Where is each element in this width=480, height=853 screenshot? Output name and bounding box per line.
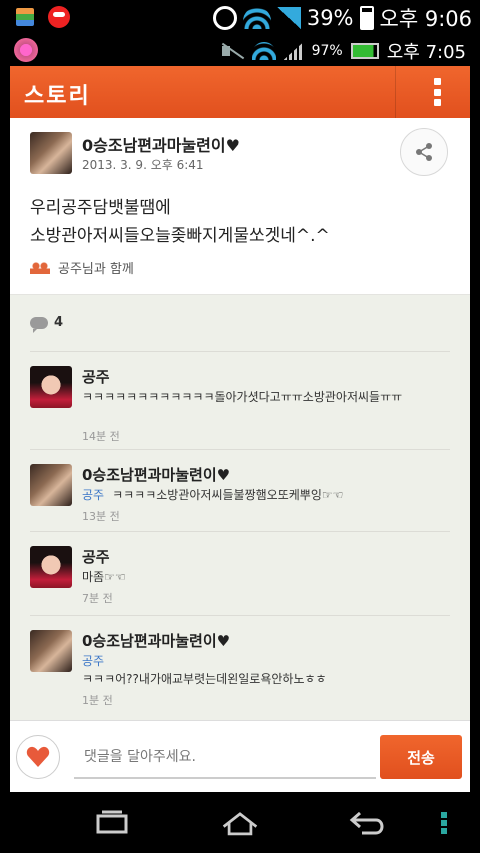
clock: 오후 9:06 bbox=[379, 7, 472, 31]
comment-author[interactable]: 공주 bbox=[82, 546, 110, 567]
wifi-icon bbox=[251, 42, 276, 60]
comment-text: 공주 ㅋㅋㅋ어??내가애교부렷는데왼일로욕안하노ㅎㅎ bbox=[82, 652, 442, 688]
back-icon bbox=[349, 811, 384, 835]
status-bar-inner: 97% 오후 7:05 bbox=[0, 34, 480, 66]
avatar[interactable] bbox=[30, 546, 72, 588]
avatar[interactable] bbox=[30, 464, 72, 506]
like-button[interactable] bbox=[16, 735, 60, 779]
signal-icon bbox=[283, 42, 304, 60]
post-date: 2013. 3. 9. 오후 6:41 bbox=[82, 158, 204, 172]
comment-author[interactable]: 0승조남편과마눌련이♥ bbox=[82, 630, 230, 651]
comment-body: ㅋㅋㅋ어??내가애교부렷는데왼일로욕안하노ㅎㅎ bbox=[82, 672, 327, 686]
comment-body: 마좀☞☜ bbox=[82, 570, 126, 584]
alarm-icon bbox=[212, 6, 237, 30]
comment-body: ㅋㅋㅋㅋㅋㅋㅋㅋㅋㅋㅋㅋ돌아가셧다고ㅠㅠ소방관아저씨들ㅠㅠ bbox=[82, 390, 403, 404]
recent-apps-icon bbox=[96, 810, 128, 834]
battery-icon bbox=[350, 43, 379, 59]
app-grid-icon bbox=[16, 8, 34, 26]
comment-author[interactable]: 공주 bbox=[82, 366, 110, 387]
home-icon bbox=[222, 812, 258, 836]
signal-icon bbox=[276, 7, 301, 29]
comment-text: ㅋㅋㅋㅋㅋㅋㅋㅋㅋㅋㅋㅋ돌아가셧다고ㅠㅠ소방관아저씨들ㅠㅠ bbox=[82, 388, 442, 406]
comment-item: 0승조남편과마눌련이♥ 공주 ㅋㅋㅋ어??내가애교부렷는데왼일로욕안하노ㅎㅎ 1… bbox=[30, 615, 450, 725]
back-button[interactable] bbox=[348, 808, 388, 838]
share-button[interactable] bbox=[400, 128, 448, 176]
comment-count: 4 bbox=[30, 315, 64, 333]
heart-icon bbox=[26, 746, 50, 767]
clock: 오후 7:05 bbox=[386, 42, 466, 63]
send-button[interactable]: 전송 bbox=[380, 735, 462, 779]
comment-item: 공주 ㅋㅋㅋㅋㅋㅋㅋㅋㅋㅋㅋㅋ돌아가셧다고ㅠㅠ소방관아저씨들ㅠㅠ 14분 전 bbox=[30, 351, 450, 449]
menu-button[interactable] bbox=[434, 808, 454, 838]
comment-time: 1분 전 bbox=[82, 694, 113, 707]
comment-count-value: 4 bbox=[54, 315, 64, 330]
post-author[interactable]: 0승조남편과마눌련이♥ bbox=[82, 132, 240, 156]
battery-percent: 39% bbox=[306, 6, 354, 30]
header-divider bbox=[395, 66, 396, 118]
tagged-with[interactable]: 공주님과 함께 bbox=[30, 258, 134, 277]
avatar[interactable] bbox=[30, 630, 72, 672]
avatar[interactable] bbox=[30, 366, 72, 408]
post-body: 우리공주담뱃불땜에 소방관아저씨들오늘좆빠지게물쏘겟네^.^ bbox=[30, 198, 330, 246]
battery-percent: 97% bbox=[311, 43, 343, 59]
battery-icon bbox=[359, 6, 374, 30]
comment-time: 14분 전 bbox=[82, 430, 120, 443]
mention-tag[interactable]: 공주 bbox=[82, 654, 104, 668]
menu-icon bbox=[441, 810, 447, 836]
avatar[interactable] bbox=[30, 132, 72, 174]
phone-screen: 39% 오후 9:06 97% 오후 7:05 스토리 0승조남편과마눌련이♥ … bbox=[0, 0, 480, 853]
comments-section: 4 공주 ㅋㅋㅋㅋㅋㅋㅋㅋㅋㅋㅋㅋ돌아가셧다고ㅠㅠ소방관아저씨들ㅠㅠ 14분 전… bbox=[10, 294, 470, 792]
comment-time: 13분 전 bbox=[82, 510, 120, 523]
wifi-icon bbox=[242, 7, 271, 29]
comment-bubble-icon bbox=[30, 316, 48, 333]
comment-text: 공주 ㅋㅋㅋㅋ소방관아저씨들불짱햄오또케뿌잉☞☜ bbox=[82, 486, 442, 504]
tagged-with-label: 공주님과 함께 bbox=[58, 262, 134, 277]
recent-apps-button[interactable] bbox=[92, 808, 132, 838]
status-bar-outer: 39% 오후 9:06 bbox=[0, 0, 480, 34]
comment-input-bar: 전송 bbox=[10, 720, 470, 792]
flower-notification-icon bbox=[14, 38, 38, 62]
share-icon bbox=[416, 143, 432, 161]
elmo-notification-icon bbox=[48, 6, 70, 28]
page-title: 스토리 bbox=[24, 84, 91, 109]
comment-time: 7분 전 bbox=[82, 592, 113, 605]
comment-text: 마좀☞☜ bbox=[82, 568, 442, 586]
comment-input[interactable] bbox=[74, 737, 376, 779]
home-button[interactable] bbox=[220, 808, 260, 838]
mention-tag[interactable]: 공주 bbox=[82, 488, 104, 502]
story-app: 스토리 0승조남편과마눌련이♥ 2013. 3. 9. 오후 6:41 우리공주… bbox=[10, 66, 470, 792]
mute-icon bbox=[220, 41, 244, 61]
overflow-menu-icon[interactable] bbox=[434, 78, 442, 106]
comment-item: 공주 마좀☞☜ 7분 전 bbox=[30, 531, 450, 615]
system-nav-bar bbox=[0, 792, 480, 853]
comment-item: 0승조남편과마눌련이♥ 공주 ㅋㅋㅋㅋ소방관아저씨들불짱햄오또케뿌잉☞☜ 13분 … bbox=[30, 449, 450, 531]
comment-body: ㅋㅋㅋㅋ소방관아저씨들불짱햄오또케뿌잉☞☜ bbox=[112, 488, 344, 502]
comment-author[interactable]: 0승조남편과마눌련이♥ bbox=[82, 464, 230, 485]
app-header: 스토리 bbox=[10, 66, 470, 118]
story-post: 0승조남편과마눌련이♥ 2013. 3. 9. 오후 6:41 우리공주담뱃불땜… bbox=[10, 118, 470, 294]
people-icon bbox=[30, 261, 50, 274]
